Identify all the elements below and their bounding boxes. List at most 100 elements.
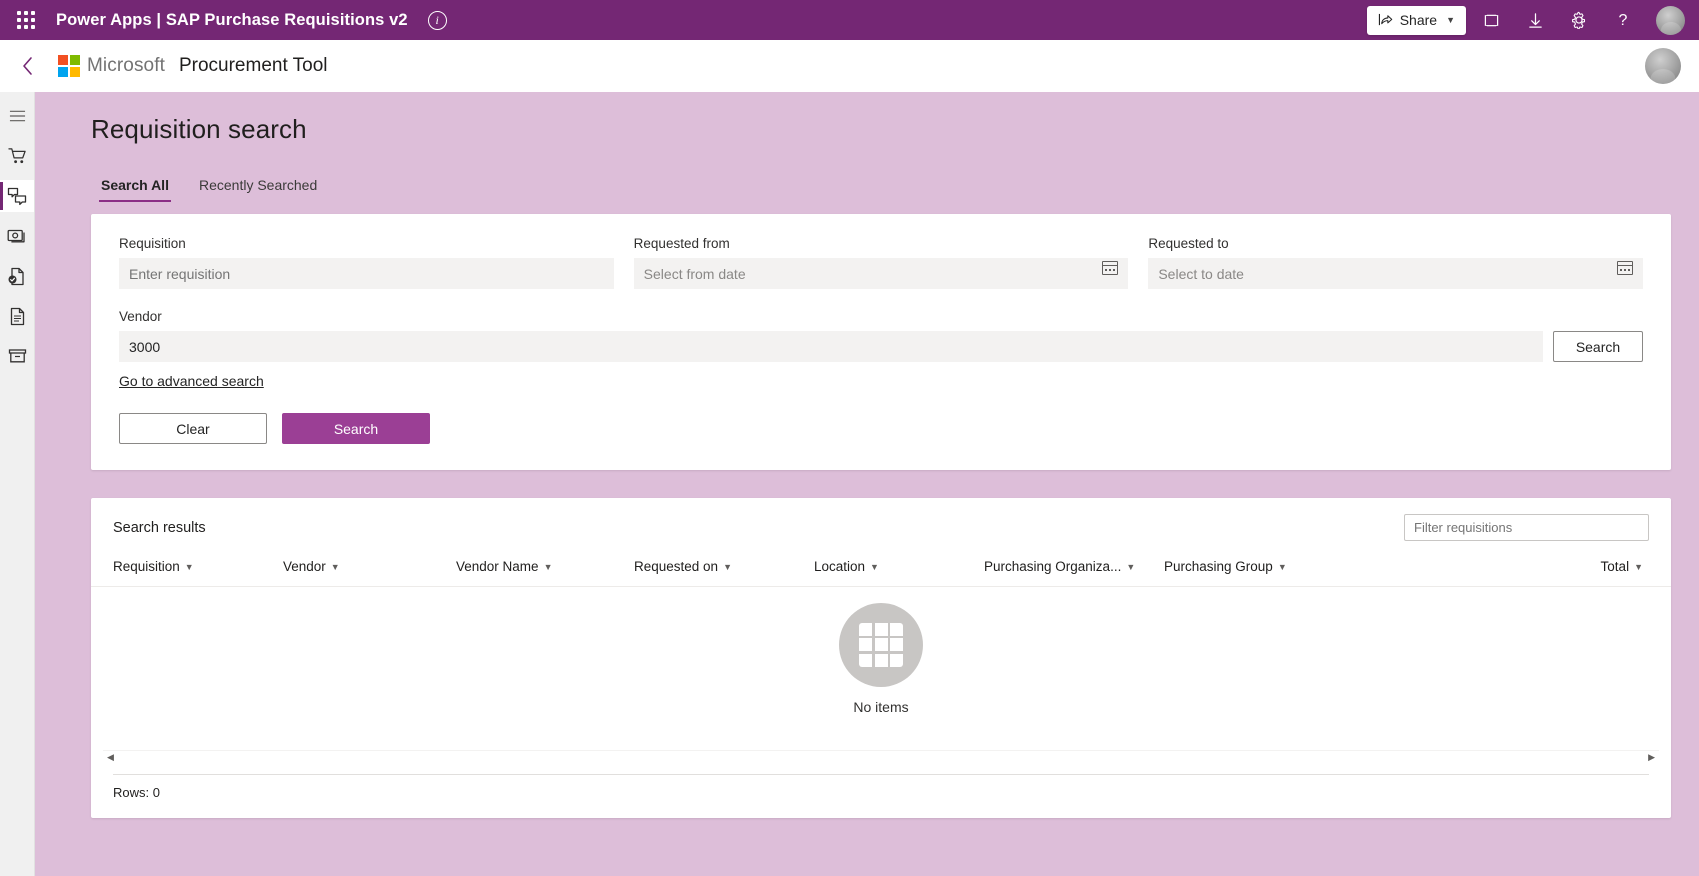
- column-header-total[interactable]: Total ▼: [1601, 553, 1649, 586]
- topbar-actions: Share ▼ ?: [1366, 3, 1685, 37]
- sidebar-item-documents[interactable]: [0, 300, 34, 332]
- filter-requisitions-input[interactable]: [1404, 514, 1649, 541]
- sidebar-item-payments[interactable]: [0, 220, 34, 252]
- download-icon: [1528, 12, 1542, 28]
- approvals-chat-icon: [7, 187, 27, 205]
- chevron-down-icon: ▼: [184, 561, 194, 572]
- calendar-icon[interactable]: [1617, 261, 1634, 275]
- requested-from-field-group: Requested from Select from date: [633, 236, 1129, 289]
- column-label: Vendor: [283, 559, 326, 574]
- tab-search-all[interactable]: Search All: [91, 171, 179, 202]
- sidebar-item-archive[interactable]: [0, 340, 34, 372]
- waffle-icon[interactable]: [8, 2, 44, 38]
- document-lines-icon: [10, 307, 24, 325]
- hamburger-menu-icon: [9, 110, 25, 122]
- column-header-requested-on[interactable]: Requested on ▼: [634, 553, 814, 586]
- column-header-requisition[interactable]: Requisition ▼: [113, 553, 283, 586]
- column-label: Vendor Name: [456, 559, 539, 574]
- column-header-location[interactable]: Location ▼: [814, 553, 984, 586]
- avatar[interactable]: [1656, 5, 1685, 35]
- triangle-left-icon[interactable]: ◀: [103, 752, 118, 763]
- avatar[interactable]: [1645, 48, 1681, 84]
- vendor-row: Vendor 3000 Search: [119, 309, 1643, 362]
- column-header-purchasing-organization[interactable]: Purchasing Organiza... ▼: [984, 553, 1164, 586]
- svg-text:?: ?: [1619, 12, 1628, 29]
- share-label: Share: [1399, 12, 1438, 28]
- app-canvas: Requisition search Search All Recently S…: [35, 92, 1699, 876]
- advanced-search-link[interactable]: Go to advanced search: [119, 373, 264, 389]
- app-title: Power Apps | SAP Purchase Requisitions v…: [56, 10, 408, 29]
- requested-from-input[interactable]: Select from date: [633, 258, 1129, 289]
- chevron-down-icon: ▼: [330, 561, 340, 572]
- fullscreen-icon: [1483, 13, 1499, 27]
- info-circle-icon[interactable]: i: [427, 10, 447, 30]
- requisition-field-group: Requisition: [119, 236, 614, 289]
- rows-count-bar: Rows: 0: [91, 764, 1671, 800]
- app-body: Requisition search Search All Recently S…: [0, 92, 1699, 876]
- requested-from-label: Requested from: [633, 236, 730, 251]
- help-button[interactable]: ?: [1604, 3, 1642, 37]
- sidebar-item-cart[interactable]: [0, 140, 34, 172]
- back-chevron-icon: [23, 57, 32, 75]
- search-results-card: Search results Requisition ▼ Vendor ▼ Ve…: [91, 498, 1671, 818]
- vendor-label: Vendor: [119, 309, 162, 324]
- column-label: Location: [814, 559, 866, 574]
- requested-to-field-group: Requested to Select to date: [1148, 236, 1644, 289]
- fullscreen-button[interactable]: [1472, 3, 1510, 37]
- calendar-icon[interactable]: [1102, 261, 1119, 275]
- column-label: Total: [1600, 559, 1630, 574]
- waffle-grid-icon: [17, 11, 35, 29]
- chevron-down-icon: ▼: [870, 561, 879, 572]
- vendor-search-button[interactable]: Search: [1553, 331, 1643, 362]
- microsoft-logo-icon: [58, 55, 80, 77]
- column-label: Purchasing Group: [1164, 559, 1273, 574]
- chevron-down-icon: ▼: [1634, 561, 1643, 572]
- results-table-header: Requisition ▼ Vendor ▼ Vendor Name ▼ Req…: [91, 553, 1671, 587]
- vendor-field-group: Vendor 3000: [119, 309, 1543, 362]
- share-button[interactable]: Share ▼: [1366, 5, 1466, 35]
- left-nav-rail: [0, 92, 35, 876]
- search-form-row-1: Requisition Requested from Select from d…: [119, 236, 1644, 289]
- requisition-input[interactable]: [119, 258, 614, 289]
- tab-list: Search All Recently Searched: [91, 171, 1671, 202]
- back-button[interactable]: [12, 50, 44, 82]
- share-arrow-icon: [1378, 13, 1392, 26]
- column-label: Requested on: [634, 559, 719, 574]
- form-button-row: Clear Search: [119, 413, 1643, 444]
- archive-inbox-icon: [8, 349, 26, 363]
- triangle-right-icon[interactable]: ▶: [1644, 752, 1659, 763]
- chevron-down-icon: ▼: [1446, 15, 1455, 25]
- chevron-down-icon: ▼: [723, 561, 732, 572]
- column-header-purchasing-group[interactable]: Purchasing Group ▼: [1164, 553, 1324, 586]
- tab-recently-searched[interactable]: Recently Searched: [189, 171, 327, 202]
- rows-count-label: Rows: 0: [113, 774, 1649, 800]
- document-approved-icon: [8, 267, 24, 285]
- requisition-label: Requisition: [119, 236, 186, 251]
- requested-to-input[interactable]: Select to date: [1148, 258, 1644, 289]
- cash-money-icon: [7, 229, 25, 242]
- scrollbar-track[interactable]: [118, 756, 1644, 759]
- shopping-cart-icon: [7, 148, 26, 164]
- requested-to-label: Requested to: [1148, 236, 1229, 251]
- results-header: Search results: [91, 498, 1671, 553]
- sidebar-item-menu[interactable]: [0, 100, 34, 132]
- search-button[interactable]: Search: [282, 413, 430, 444]
- chevron-down-icon: ▼: [1277, 561, 1287, 572]
- tool-name-label: Procurement Tool: [178, 55, 328, 76]
- help-question-icon: ?: [1619, 12, 1628, 29]
- power-apps-topbar: Power Apps | SAP Purchase Requisitions v…: [0, 0, 1699, 40]
- chevron-down-icon: ▼: [543, 561, 553, 572]
- column-header-vendor[interactable]: Vendor ▼: [283, 553, 456, 586]
- empty-grid-icon: [839, 602, 923, 687]
- sidebar-item-approvals[interactable]: [0, 180, 34, 212]
- settings-button[interactable]: [1560, 3, 1598, 37]
- sidebar-item-approved-doc[interactable]: [0, 260, 34, 292]
- column-header-vendor-name[interactable]: Vendor Name ▼: [456, 553, 634, 586]
- download-button[interactable]: [1516, 3, 1554, 37]
- clear-button[interactable]: Clear: [119, 413, 267, 444]
- gear-icon: [1572, 11, 1586, 29]
- horizontal-scrollbar[interactable]: ◀ ▶: [103, 750, 1659, 764]
- vendor-input[interactable]: 3000: [119, 331, 1543, 362]
- search-form-card: Requisition Requested from Select from d…: [91, 214, 1671, 470]
- column-label: Requisition: [113, 559, 180, 574]
